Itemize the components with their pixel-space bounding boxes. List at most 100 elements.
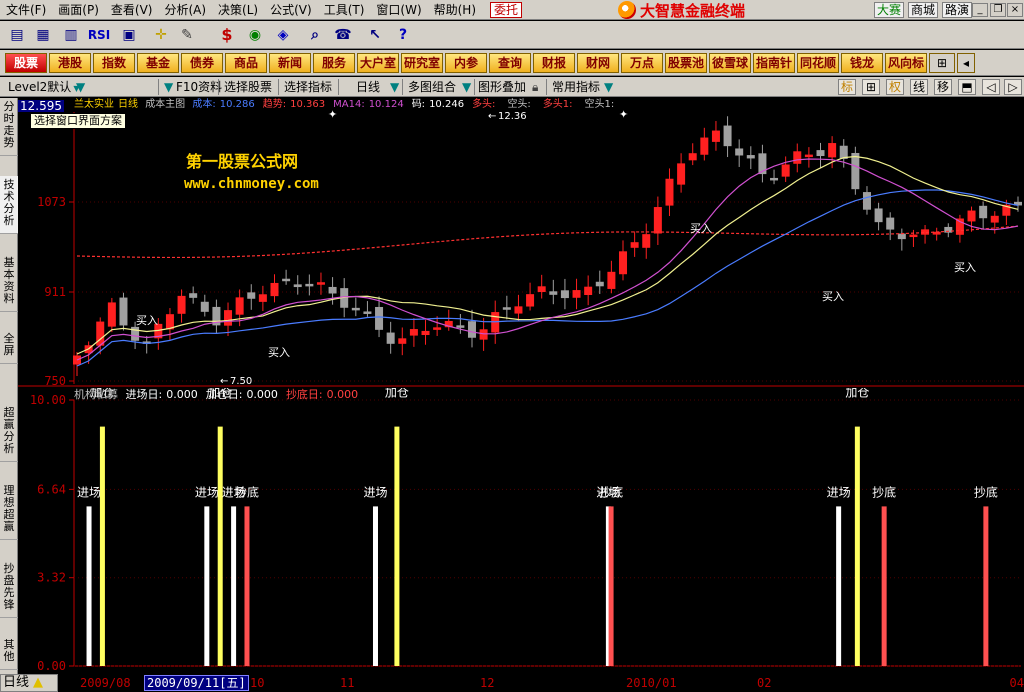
category-index[interactable]: 指数 (93, 52, 135, 73)
menu-decision[interactable]: 决策(L) (212, 1, 264, 19)
menu-formula[interactable]: 公式(V) (264, 1, 318, 19)
category-news[interactable]: 新闻 (269, 52, 311, 73)
chart-window-icon[interactable]: ▣ (118, 25, 140, 45)
folder-icon[interactable]: ▤ (6, 25, 28, 45)
category-compass[interactable]: 指南针 (753, 52, 795, 73)
category-hk-stock[interactable]: 港股 (49, 52, 91, 73)
help-icon[interactable]: ? (392, 25, 414, 45)
kline-icon[interactable]: ▥ (60, 25, 82, 45)
select-indicator-button[interactable]: 选择指标 (284, 79, 332, 95)
signal-panel-name: 机构私募 (74, 388, 118, 401)
tab-fundamentals[interactable]: 基本资料 (0, 254, 18, 312)
tab-fullscreen[interactable]: 全屏 (0, 330, 18, 364)
ruler-icon[interactable]: ✎ (176, 25, 198, 45)
signal-bar-label: 抄底 (872, 484, 896, 499)
restore-icon[interactable]: ❐ (990, 3, 1006, 17)
price-chart[interactable]: 1073911750买入买入买入买入买入12.36←← 7.50✦ ✦ (18, 98, 1024, 388)
mark-button[interactable]: 标 (838, 79, 857, 95)
category-stock-pool[interactable]: 股票池 (665, 52, 707, 73)
category-fengxiang[interactable]: 风向标 (885, 52, 927, 73)
category-service[interactable]: 服务 (313, 52, 355, 73)
multi-chart-arrow-icon[interactable]: ▼ (462, 79, 471, 95)
trade-button[interactable]: 委托 (490, 2, 523, 18)
alert-icon[interactable]: ☎ (332, 25, 354, 45)
category-financial-report[interactable]: 财报 (533, 52, 575, 73)
price-tick-label: 750 (44, 374, 66, 388)
period-selector[interactable]: 日线 ▲ (0, 674, 58, 692)
scroll-right-icon[interactable]: ▷ (1004, 79, 1022, 95)
network-icon[interactable]: ◈ (272, 25, 294, 45)
roadshow-button[interactable]: 路演 (942, 2, 973, 18)
binoculars-icon[interactable]: ◉ (244, 25, 266, 45)
scroll-left-icon[interactable]: ◁ (982, 79, 1000, 95)
tab-other[interactable]: 其他 (0, 636, 18, 670)
period-arrow-icon[interactable]: ▼ (390, 79, 399, 95)
menu-view[interactable]: 查看(V) (105, 1, 159, 19)
tab-super-analysis[interactable]: 超赢分析 (0, 404, 18, 462)
period-button[interactable]: 日线 (356, 79, 380, 95)
candle-body (177, 295, 186, 314)
category-research[interactable]: 研究室 (401, 52, 443, 73)
category-query[interactable]: 查询 (489, 52, 531, 73)
signal-bar-0 (231, 506, 237, 666)
category-grid-icon[interactable]: ⊞ (929, 52, 955, 73)
date-axis-label: 02 (757, 676, 772, 690)
indicator-label: 成本: (192, 99, 216, 110)
minimize-icon[interactable]: _ (972, 3, 988, 17)
category-collapse-icon[interactable]: ◂ (957, 52, 975, 73)
mall-button[interactable]: 商城 (908, 2, 939, 18)
menu-analysis[interactable]: 分析(A) (158, 1, 212, 19)
common-indicator-button[interactable]: 常用指标 (552, 79, 600, 95)
category-qianlong[interactable]: 钱龙 (841, 52, 883, 73)
category-snowball[interactable]: 彼雪球 (709, 52, 751, 73)
lock-icon[interactable]: 🔒︎ (532, 79, 538, 95)
candle-body (247, 292, 256, 299)
select-stock-button[interactable]: 选择股票 (224, 79, 272, 95)
overlay-button[interactable]: 图形叠加 (478, 79, 526, 95)
candle-body (235, 297, 244, 315)
cursor-arrow-icon[interactable]: ↖ (364, 25, 386, 45)
close-icon[interactable]: × (1007, 3, 1023, 17)
candle-body (642, 234, 651, 248)
menu-help[interactable]: 帮助(H) (428, 1, 482, 19)
rights-button[interactable]: 权 (886, 79, 905, 95)
tab-intraday[interactable]: 分时走势 (0, 98, 18, 156)
tab-ideal[interactable]: 理想超赢 (0, 482, 18, 540)
level2-arrow-icon[interactable]: ▼ (76, 79, 85, 95)
menu-view-screen[interactable]: 画面(P) (52, 1, 105, 19)
category-finance-net[interactable]: 财网 (577, 52, 619, 73)
category-vip-room[interactable]: 大户室 (357, 52, 399, 73)
category-bond[interactable]: 债券 (181, 52, 223, 73)
menu-file[interactable]: 文件(F) (0, 1, 52, 19)
search-icon[interactable]: ⌕ (304, 25, 326, 45)
move-button[interactable]: 移 (934, 79, 953, 95)
dollar-icon[interactable]: $ (216, 25, 238, 45)
category-tonghuashun[interactable]: 同花顺 (797, 52, 839, 73)
grid-button[interactable]: ⊞ (862, 79, 880, 95)
menu-tools[interactable]: 工具(T) (318, 1, 371, 19)
f10-button[interactable]: F10资料 (176, 79, 222, 95)
rsi-icon[interactable]: RSI (86, 25, 112, 45)
contest-button[interactable]: 大赛 (874, 2, 905, 18)
signal-bar-0 (372, 506, 378, 666)
f10-arrow-icon[interactable]: ▼ (164, 79, 173, 95)
category-commodity[interactable]: 商品 (225, 52, 267, 73)
tab-pioneer[interactable]: 抄盘先锋 (0, 560, 18, 618)
line-button[interactable]: 线 (910, 79, 929, 95)
crosshair-icon[interactable]: ✛ (150, 25, 172, 45)
triangle-up-icon[interactable]: ▲ (33, 675, 43, 690)
level2-dropdown[interactable]: Level2默认 (8, 79, 79, 95)
brand-logo-icon (618, 1, 636, 19)
candle-body (804, 154, 813, 158)
category-internal-ref[interactable]: 内参 (445, 52, 487, 73)
quote-table-icon[interactable]: ▦ (32, 25, 54, 45)
category-wandian[interactable]: 万点 (621, 52, 663, 73)
category-stock[interactable]: 股票 (5, 52, 47, 73)
multi-chart-button[interactable]: 多图组合 (408, 79, 456, 95)
tab-technical[interactable]: 技术分析 (0, 176, 18, 234)
signal-chart[interactable]: 10.006.643.320.00进场 进场 进场 进场 进场 进场加仓 加仓 加仓 加仓抄底抄… (18, 388, 1024, 672)
zoom-up-icon[interactable]: ⬒ (958, 79, 976, 95)
common-indicator-arrow-icon[interactable]: ▼ (604, 79, 613, 95)
menu-window[interactable]: 窗口(W) (370, 1, 427, 19)
category-fund[interactable]: 基金 (137, 52, 179, 73)
